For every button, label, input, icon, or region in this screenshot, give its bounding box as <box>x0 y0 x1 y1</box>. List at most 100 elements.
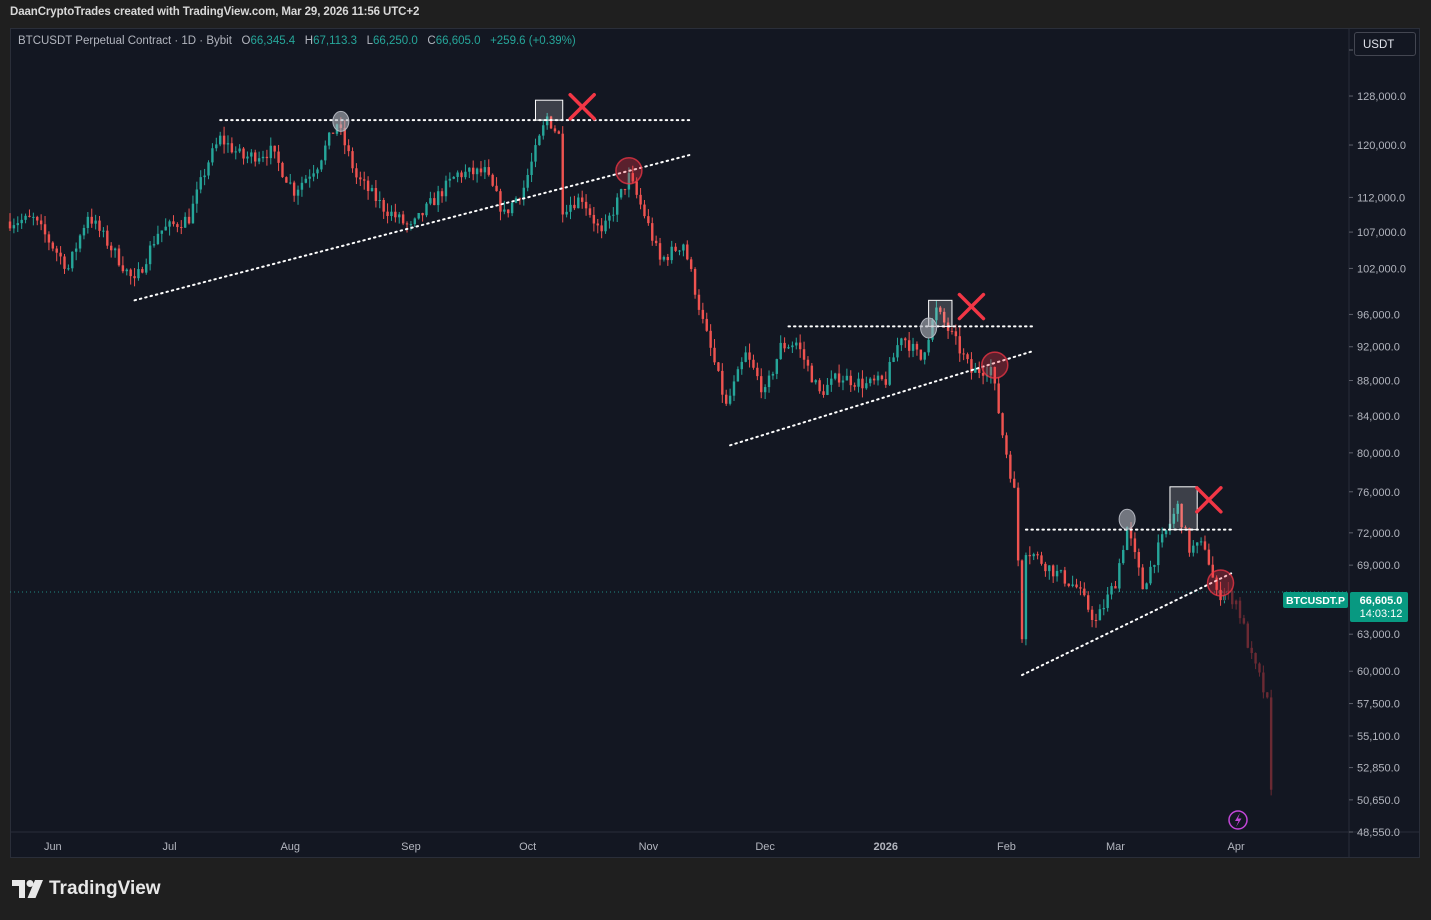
candle <box>725 389 728 406</box>
candle <box>604 214 607 234</box>
candle <box>1051 564 1055 583</box>
candle-body <box>141 269 144 273</box>
candle <box>577 193 580 209</box>
candle-body <box>1071 584 1074 586</box>
last-price-value: 66,605.0 <box>1360 595 1403 607</box>
candle <box>534 138 537 168</box>
candle-body <box>211 148 214 163</box>
candle-body <box>460 172 463 178</box>
candle-body <box>818 380 821 392</box>
price-chart[interactable]: 136,000.0128,000.0120,000.0112,000.0107,… <box>0 0 1431 920</box>
candle-body <box>1028 555 1032 557</box>
candle-body <box>721 370 724 395</box>
candle <box>709 324 712 356</box>
candle <box>1114 580 1117 589</box>
candle-body <box>433 198 436 206</box>
y-tick-label: 84,000.0 <box>1357 411 1400 423</box>
candle-body <box>678 250 681 252</box>
candle <box>59 246 62 265</box>
candle <box>1153 564 1156 574</box>
candle <box>713 339 716 365</box>
candle-body <box>1203 541 1207 550</box>
candle-body <box>1083 588 1086 596</box>
candle-body <box>425 203 428 216</box>
candle-body <box>106 230 109 246</box>
y-tick-label: 102,000.0 <box>1357 263 1406 275</box>
candle <box>522 180 526 206</box>
candle-body <box>90 216 93 224</box>
candle-body <box>20 219 23 224</box>
top-box <box>1169 486 1198 531</box>
candle-body <box>133 276 136 279</box>
candle-body <box>923 352 926 360</box>
candle <box>970 352 973 380</box>
candle <box>386 203 389 224</box>
candle-body <box>814 380 817 383</box>
candle <box>1055 564 1059 582</box>
candle-body <box>658 243 662 260</box>
candle <box>98 215 101 238</box>
candle-body <box>479 168 483 173</box>
candle-body <box>1106 594 1109 608</box>
candle-body <box>565 211 568 215</box>
candle <box>744 346 747 363</box>
candle <box>1246 621 1250 649</box>
candle-body <box>760 376 763 393</box>
retest-circle <box>1206 569 1235 597</box>
candle-body <box>1086 595 1090 610</box>
candle <box>826 377 829 396</box>
candle <box>841 375 845 391</box>
candle <box>1001 412 1004 439</box>
time-axis[interactable]: Jun Jul Aug Sep Oct Nov Dec 2026 Feb Mar Apr <box>44 841 1245 853</box>
candle-body <box>250 152 253 157</box>
candle <box>1137 548 1141 576</box>
symbol-title[interactable]: BTCUSDT Perpetual Contract · 1D · Bybit <box>18 35 232 47</box>
x-tick-label: Sep <box>401 841 421 853</box>
candle <box>355 163 358 185</box>
price-axis[interactable]: 136,000.0128,000.0120,000.0112,000.0107,… <box>1349 45 1406 839</box>
candle <box>1199 537 1203 546</box>
candle <box>997 377 1000 414</box>
candle <box>145 258 148 275</box>
candle-body <box>1122 549 1125 564</box>
candle-body <box>94 220 97 224</box>
candle <box>483 159 487 179</box>
candle <box>164 218 167 231</box>
x-tick-label: Apr <box>1228 841 1245 853</box>
candle <box>413 217 417 227</box>
candle <box>923 351 926 365</box>
candle-body <box>12 225 16 229</box>
candle-body <box>164 226 167 231</box>
candle-body <box>51 242 55 249</box>
candle-body <box>950 330 954 332</box>
candle-body <box>483 167 487 173</box>
candle <box>1005 432 1008 459</box>
candle <box>436 185 440 212</box>
candle <box>113 247 117 258</box>
candle <box>900 337 903 351</box>
candle-body <box>495 185 498 192</box>
candle <box>857 372 860 393</box>
candle-body <box>386 211 389 217</box>
trendline <box>1021 571 1234 677</box>
y-tick-label: 92,000.0 <box>1357 342 1400 354</box>
x-tick-label: Jul <box>163 841 177 853</box>
currency-button[interactable]: USDT <box>1354 32 1416 56</box>
candle-body <box>1024 555 1028 640</box>
candle-body <box>639 194 642 205</box>
candle <box>763 384 767 400</box>
candle-body <box>522 187 526 199</box>
candle-body <box>1059 570 1063 572</box>
candle <box>518 197 522 205</box>
lightning-icon[interactable] <box>1228 810 1248 830</box>
candle-body <box>109 245 113 251</box>
candle-body <box>366 180 370 192</box>
candle-body <box>892 357 895 362</box>
candle <box>1110 582 1113 600</box>
candle-body <box>1266 692 1269 698</box>
candle <box>1106 586 1109 612</box>
candle-body <box>331 132 335 134</box>
candle-body <box>725 394 728 404</box>
candle <box>102 227 105 238</box>
candle <box>479 161 483 177</box>
